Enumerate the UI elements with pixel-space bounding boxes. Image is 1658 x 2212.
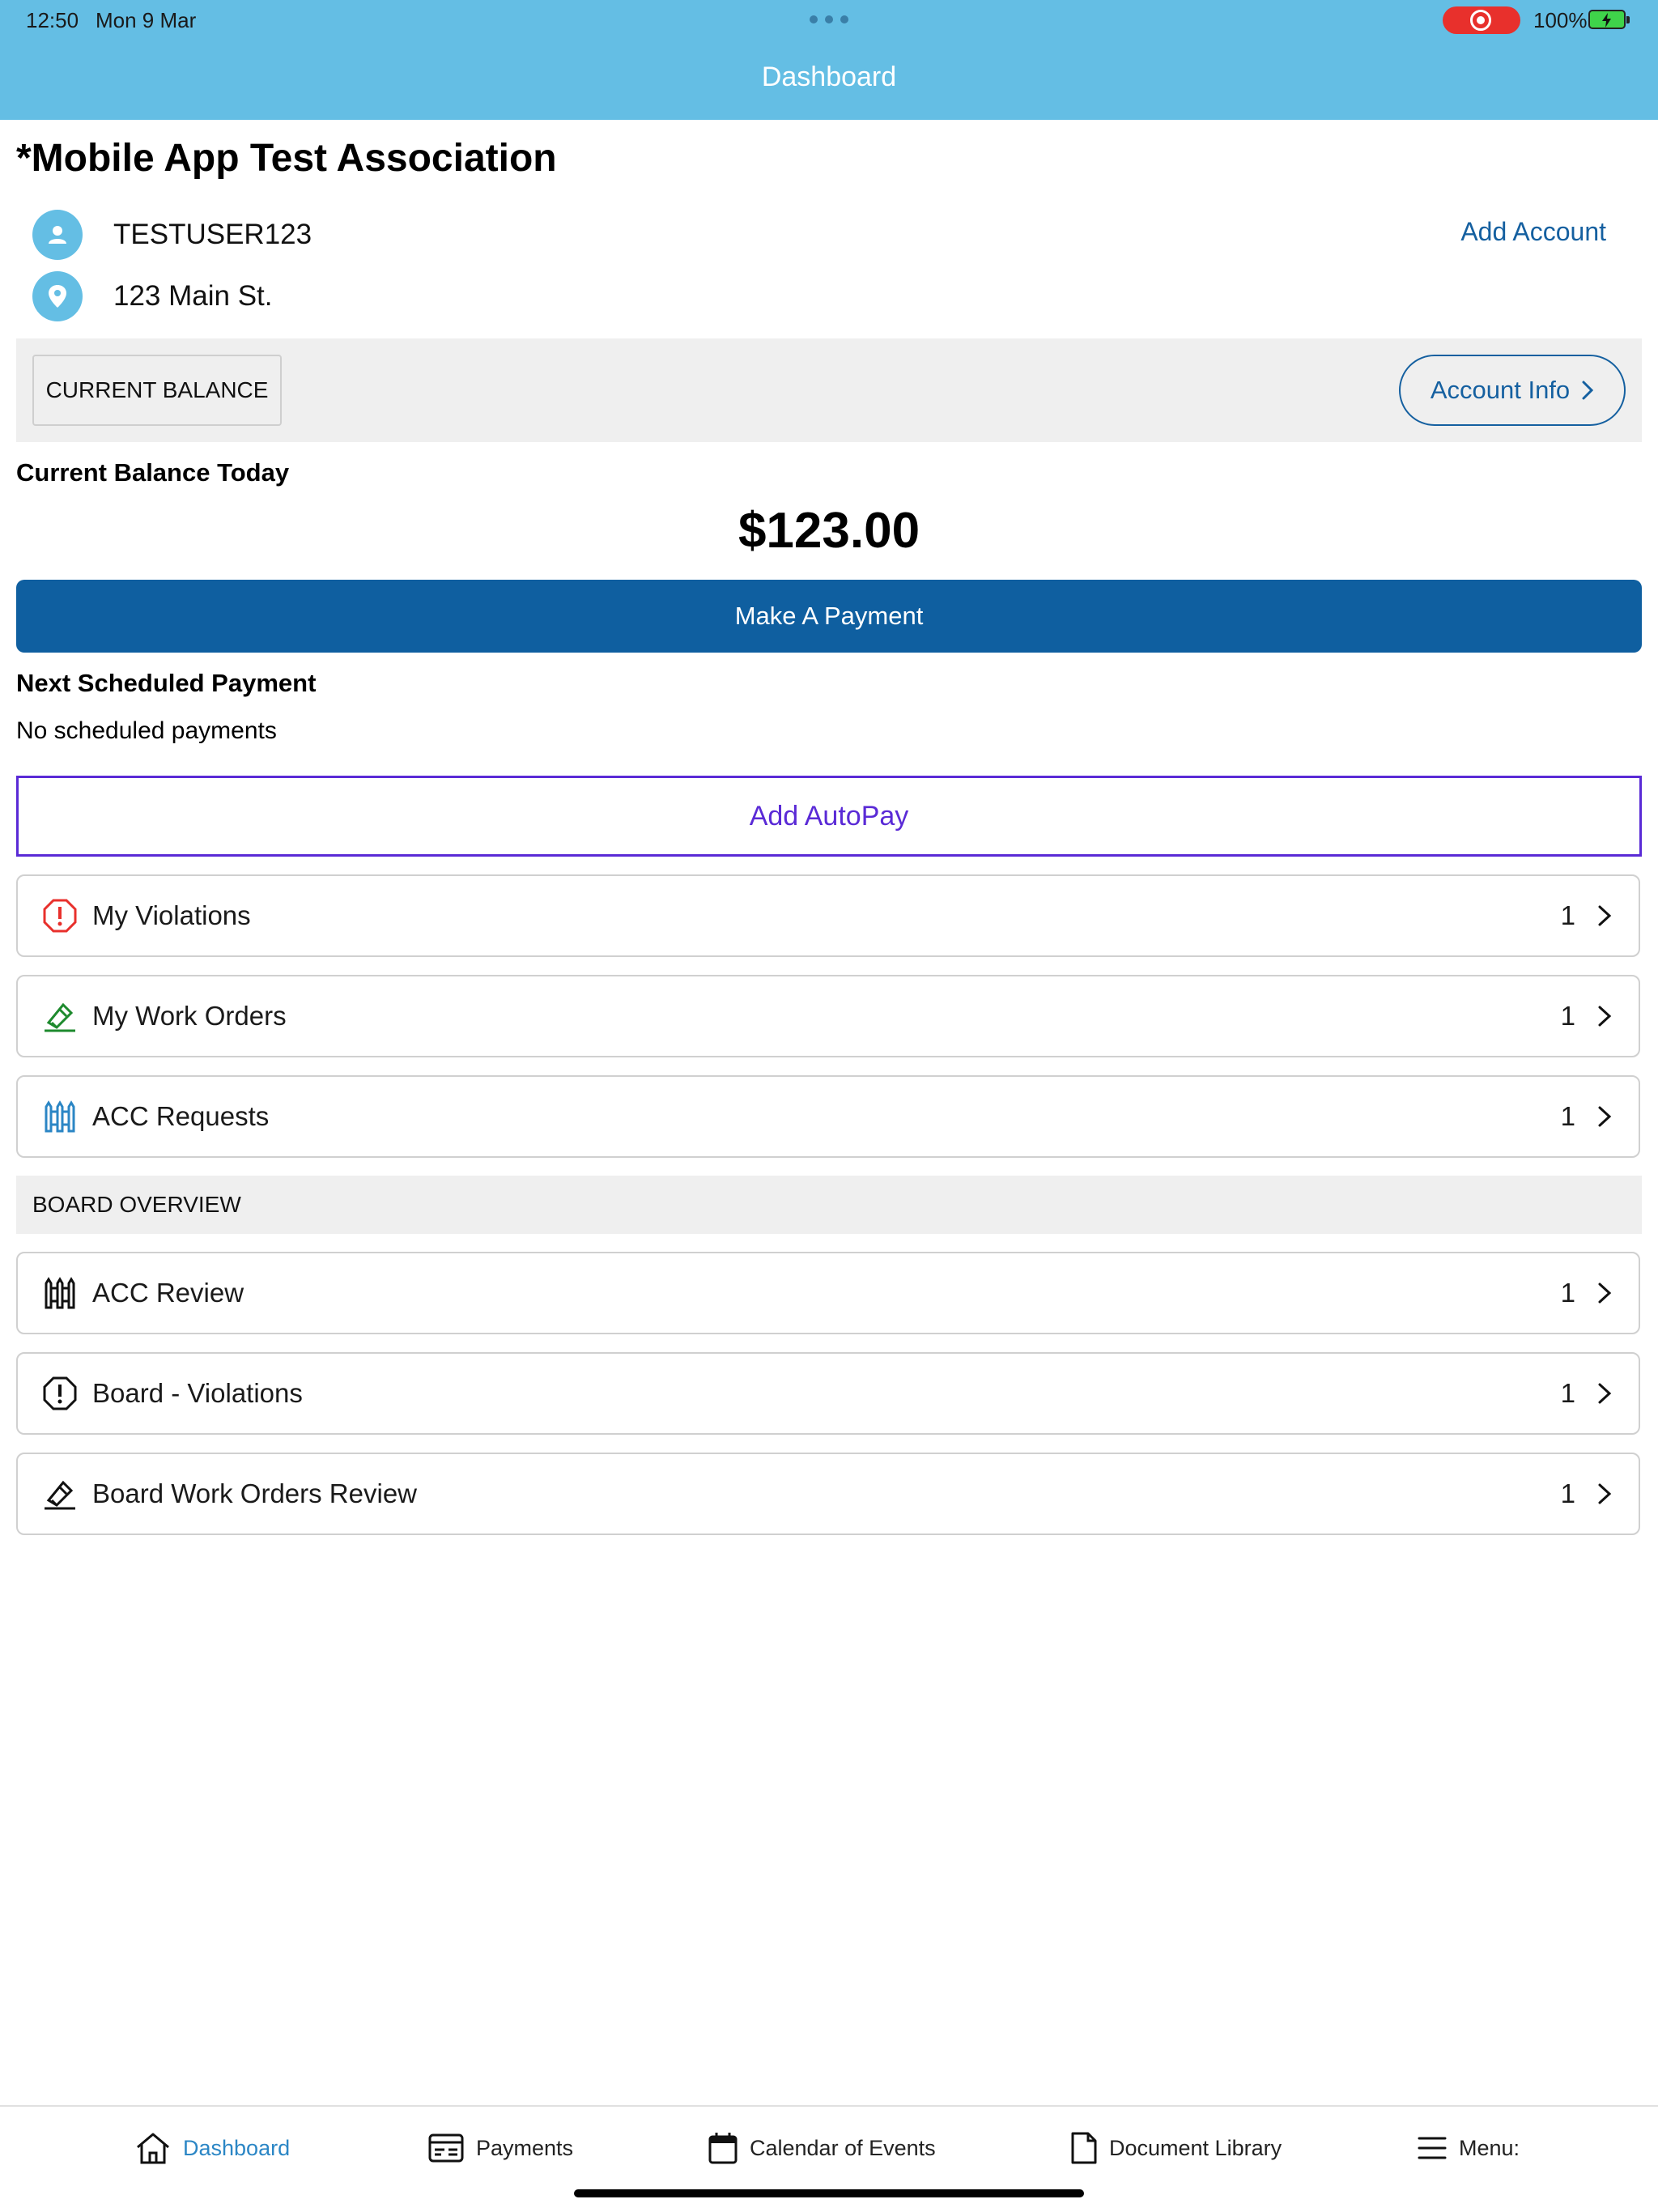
list-item-count: 1 xyxy=(1560,1001,1575,1031)
address: 123 Main St. xyxy=(113,280,273,312)
calendar-icon xyxy=(708,2133,738,2164)
list-item-label: My Violations xyxy=(92,900,251,930)
list-item-label: Board - Violations xyxy=(92,1378,303,1408)
my-work-orders-row[interactable]: My Work Orders 1 xyxy=(16,975,1640,1057)
user-row: TESTUSER123 xyxy=(32,209,312,261)
document-icon xyxy=(1071,2132,1097,2164)
board-violations-row[interactable]: Board - Violations 1 xyxy=(16,1352,1640,1435)
association-name: *Mobile App Test Association xyxy=(16,137,557,180)
add-autopay-button[interactable]: Add AutoPay xyxy=(16,776,1642,857)
board-work-orders-review-row[interactable]: Board Work Orders Review 1 xyxy=(16,1453,1640,1535)
my-violations-row[interactable]: My Violations 1 xyxy=(16,874,1640,957)
tab-label: Menu: xyxy=(1459,2135,1520,2160)
board-overview-header: BOARD OVERVIEW xyxy=(16,1176,1642,1234)
next-scheduled-label: Next Scheduled Payment xyxy=(16,669,317,697)
username: TESTUSER123 xyxy=(113,219,312,250)
chevron-right-icon xyxy=(1598,1283,1612,1304)
list-item-label: ACC Requests xyxy=(92,1101,270,1131)
tab-calendar-of-events[interactable]: Calendar of Events xyxy=(708,2128,936,2168)
chevron-right-icon xyxy=(1598,905,1612,926)
account-info-button[interactable]: Account Info xyxy=(1399,355,1626,426)
list-item-count: 1 xyxy=(1560,900,1575,930)
tab-label: Document Library xyxy=(1109,2135,1282,2160)
status-time: 12:50 xyxy=(26,8,79,32)
add-account-link[interactable]: Add Account xyxy=(1460,217,1606,247)
chevron-right-icon xyxy=(1598,1383,1612,1404)
screen-recording-icon[interactable] xyxy=(1443,6,1520,34)
list-item-count: 1 xyxy=(1560,1101,1575,1131)
chevron-right-icon xyxy=(1598,1483,1612,1504)
list-item-label: Board Work Orders Review xyxy=(92,1478,418,1508)
top-header: 12:50 Mon 9 Mar 100% Dashboard xyxy=(0,0,1658,120)
home-icon xyxy=(137,2133,169,2164)
list-item-count: 1 xyxy=(1560,1278,1575,1308)
chevron-right-icon xyxy=(1598,1106,1612,1127)
balance-amount: $123.00 xyxy=(738,503,920,559)
list-item-label: My Work Orders xyxy=(92,1001,287,1031)
work-order-icon xyxy=(40,997,79,1036)
list-item-label: ACC Review xyxy=(92,1278,244,1308)
list-item-count: 1 xyxy=(1560,1378,1575,1408)
list-item-count: 1 xyxy=(1560,1478,1575,1508)
make-payment-button[interactable]: Make A Payment xyxy=(16,580,1642,653)
user-icon xyxy=(32,210,83,260)
tab-dashboard[interactable]: Dashboard xyxy=(134,2128,290,2168)
fence-icon xyxy=(40,1274,79,1312)
current-balance-tab[interactable]: CURRENT BALANCE xyxy=(32,355,282,426)
tab-payments[interactable]: Payments xyxy=(427,2128,573,2168)
location-pin-icon xyxy=(32,271,83,321)
address-row: 123 Main St. xyxy=(32,270,273,322)
payments-icon xyxy=(428,2133,464,2163)
chevron-right-icon xyxy=(1582,381,1594,400)
tab-label: Dashboard xyxy=(183,2135,291,2160)
battery-percentage: 100% xyxy=(1533,8,1588,32)
status-date: Mon 9 Mar xyxy=(96,8,197,32)
violation-icon xyxy=(40,896,79,935)
balance-bar: CURRENT BALANCE Account Info xyxy=(16,338,1642,442)
home-indicator[interactable] xyxy=(574,2189,1084,2197)
tab-menu[interactable]: Menu: xyxy=(1417,2128,1520,2168)
violation-icon xyxy=(40,1374,79,1413)
scheduled-payments-value: No scheduled payments xyxy=(16,717,277,744)
acc-review-row[interactable]: ACC Review 1 xyxy=(16,1252,1640,1334)
acc-requests-row[interactable]: ACC Requests 1 xyxy=(16,1075,1640,1158)
tab-document-library[interactable]: Document Library xyxy=(1070,2128,1282,2168)
fence-icon xyxy=(40,1097,79,1136)
account-info-label: Account Info xyxy=(1430,376,1571,404)
multitasking-dots-icon[interactable] xyxy=(810,8,848,31)
balance-today-label: Current Balance Today xyxy=(16,458,290,487)
menu-icon xyxy=(1418,2137,1447,2159)
work-order-icon xyxy=(40,1474,79,1513)
tab-label: Payments xyxy=(476,2135,574,2160)
chevron-right-icon xyxy=(1598,1006,1612,1027)
page-title: Dashboard xyxy=(761,62,897,92)
tab-label: Calendar of Events xyxy=(750,2135,936,2160)
battery-icon xyxy=(1588,10,1630,29)
